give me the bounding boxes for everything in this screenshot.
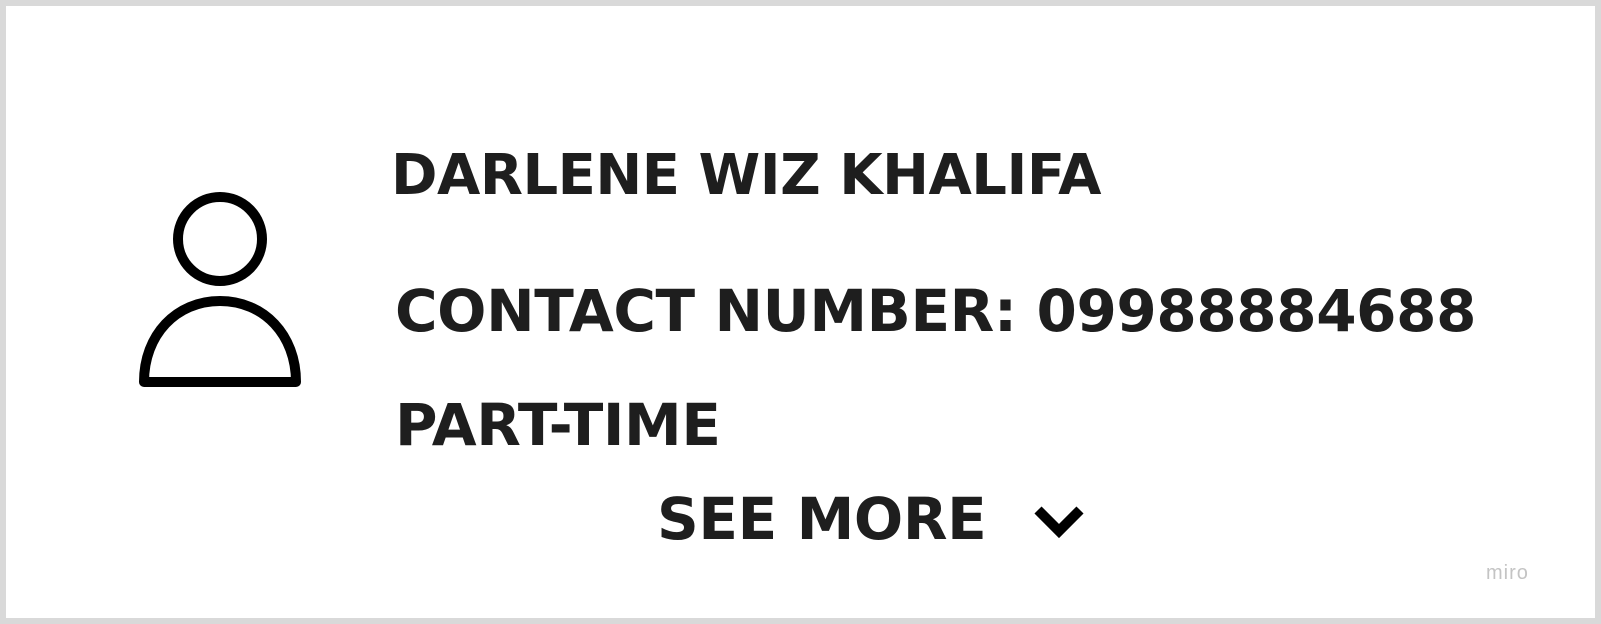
employee-name: DARLENE WIZ KHALIFA	[391, 143, 1102, 208]
user-icon	[136, 187, 306, 393]
employment-type: PART-TIME	[395, 391, 721, 459]
employee-card: DARLENE WIZ KHALIFA CONTACT NUMBER: 0998…	[0, 0, 1601, 624]
see-more-button[interactable]: SEE MORE	[657, 484, 1086, 554]
miro-watermark: miro	[1486, 562, 1529, 584]
see-more-label: SEE MORE	[657, 485, 987, 553]
chevron-down-icon	[1034, 506, 1084, 539]
contact-number: CONTACT NUMBER: 09988884688	[395, 277, 1477, 345]
